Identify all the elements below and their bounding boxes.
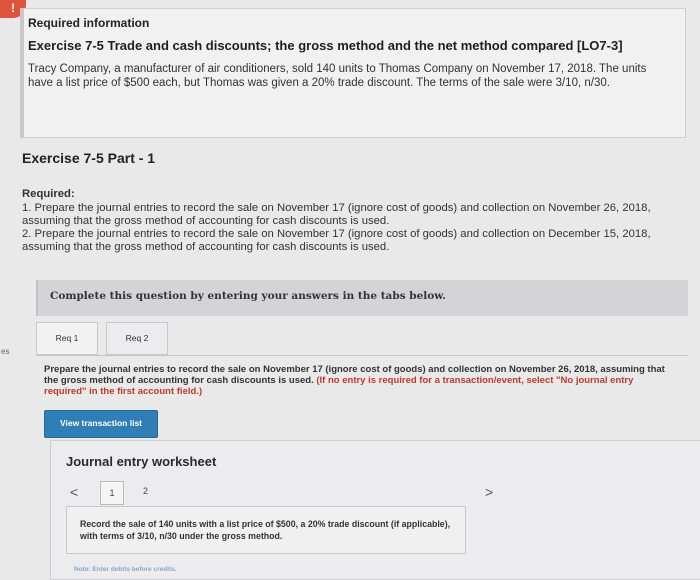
- view-transaction-list-button[interactable]: View transaction list: [44, 410, 158, 438]
- chevron-left-icon[interactable]: <: [70, 484, 78, 500]
- exercise-description: Tracy Company, a manufacturer of air con…: [28, 63, 647, 89]
- debits-credits-note: Note: Enter debits before credits.: [74, 566, 177, 573]
- tab-divider: [36, 355, 688, 356]
- journal-title: Journal entry worksheet: [66, 454, 217, 469]
- required-item-1: 1. Prepare the journal entries to record…: [22, 202, 651, 227]
- tab-req-2[interactable]: Req 2: [106, 322, 168, 355]
- info-title: Required information: [28, 16, 150, 30]
- req1-instructions: Prepare the journal entries to record th…: [44, 364, 674, 397]
- required-label: Required:: [22, 188, 75, 200]
- instruction-bar: Complete this question by entering your …: [36, 280, 688, 316]
- page-1-button[interactable]: 1: [100, 481, 124, 505]
- margin-note: es: [1, 347, 10, 356]
- required-section: Required: 1. Prepare the journal entries…: [22, 188, 692, 254]
- instruction-text: Complete this question by entering your …: [50, 290, 446, 302]
- part-title: Exercise 7-5 Part - 1: [22, 150, 156, 166]
- exercise-heading: Exercise 7-5 Trade and cash discounts; t…: [28, 38, 623, 53]
- page-2-button[interactable]: 2: [143, 486, 148, 496]
- tab-req-1[interactable]: Req 1: [36, 322, 98, 355]
- record-instruction-text: Record the sale of 140 units with a list…: [80, 519, 451, 541]
- required-item-2: 2. Prepare the journal entries to record…: [22, 228, 651, 253]
- chevron-right-icon[interactable]: >: [485, 484, 493, 500]
